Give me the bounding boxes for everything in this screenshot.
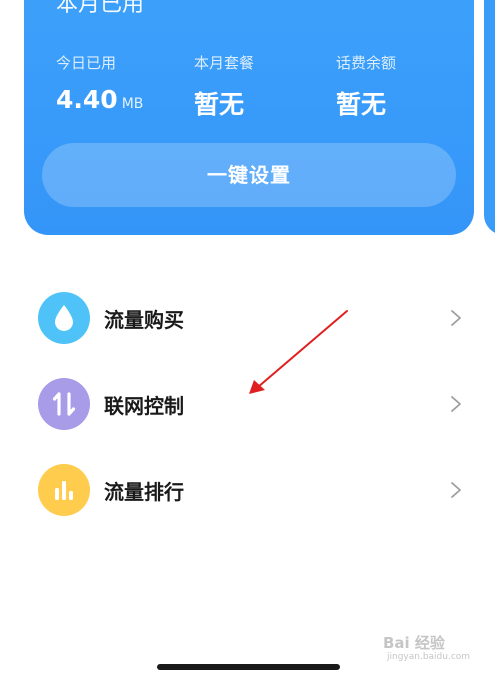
card-title: 本月已用 (56, 0, 145, 17)
stat-monthly-plan[interactable]: 本月套餐 暂无 (194, 52, 254, 121)
menu-item-label: 流量排行 (104, 480, 184, 504)
data-usage-card: 本月已用 今日已用 4.40 MB 本月套餐 暂无 话费余额 暂无 一键设置 (24, 0, 474, 235)
baidu-watermark-url: jingyan.baidu.com (387, 652, 471, 662)
screen: 本月已用 今日已用 4.40 MB 本月套餐 暂无 话费余额 暂无 一键设置 流… (0, 0, 495, 680)
stat-label: 话费余额 (336, 54, 397, 72)
stat-value: 暂无 (194, 90, 245, 119)
menu-item-label: 流量购买 (104, 308, 184, 332)
stat-label: 今日已用 (56, 54, 117, 72)
chevron-right-icon (451, 396, 461, 412)
stat-value: 暂无 (336, 90, 387, 119)
stat-today-used[interactable]: 今日已用 4.40 MB (56, 52, 143, 114)
stat-balance[interactable]: 话费余额 暂无 (336, 52, 396, 121)
bar-chart-icon (38, 464, 90, 516)
chevron-right-icon (451, 482, 461, 498)
one-click-setup-button[interactable]: 一键设置 (42, 143, 456, 207)
menu-list: 流量购买 联网控制 流量排行 (0, 275, 495, 533)
menu-item-buy-data[interactable]: 流量购买 (0, 275, 495, 361)
menu-item-data-ranking[interactable]: 流量排行 (0, 447, 495, 533)
water-drop-icon (38, 292, 90, 344)
menu-item-network-control[interactable]: 联网控制 (0, 361, 495, 447)
baidu-watermark: Bai 经验 (383, 634, 445, 652)
chevron-right-icon (451, 310, 461, 326)
stat-label: 本月套餐 (194, 54, 255, 72)
menu-item-label: 联网控制 (104, 394, 184, 418)
stat-unit: MB (121, 96, 144, 112)
stat-value: 4.40 MB (56, 85, 144, 114)
up-down-arrows-icon (38, 378, 90, 430)
home-indicator[interactable] (157, 664, 340, 670)
next-card-edge[interactable] (484, 0, 495, 235)
